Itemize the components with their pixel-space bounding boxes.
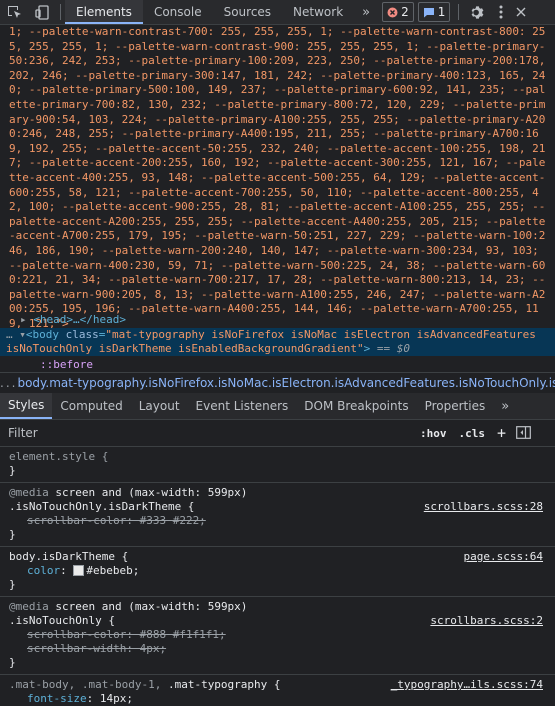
selected-node-marker: == $0 [376,342,410,355]
before-pseudo-node[interactable]: ::before [0,358,555,372]
media-keyword: @media [9,600,49,613]
tab-sources[interactable]: Sources [213,0,282,24]
media-query: screen and (max-width: 599px) [55,486,248,499]
tab-layout[interactable]: Layout [131,393,188,419]
close-devtools-icon[interactable] [511,0,531,24]
tab-dom-breakpoints[interactable]: DOM Breakpoints [296,393,416,419]
expand-arrow-icon[interactable]: ▸ [20,313,27,326]
error-icon [387,7,398,17]
toolbar-divider [60,4,61,20]
rule-close-brace: } [9,528,16,541]
style-rule-body-dark[interactable]: body.isDarkTheme { page.scss:64 color: #… [0,547,555,597]
style-rule-typography[interactable]: .mat-body, .mat-body-1, .mat-typography … [0,675,555,706]
collapse-arrow-icon[interactable]: ▾ [19,328,26,341]
more-options-icon[interactable] [491,0,511,24]
tab-computed[interactable]: Computed [52,393,130,419]
rule-selector: .mat-typography { [167,678,281,691]
body-class-attr-name: class [65,328,99,341]
media-query: screen and (max-width: 599px) [55,600,248,613]
errors-badge[interactable]: 2 [382,2,414,22]
styles-filter-bar: :hov .cls + [0,420,555,447]
rule-source-link[interactable]: _typography…ils.scss:74 [391,678,543,692]
rule-selector-inactive: .mat-body, .mat-body-1, [9,678,168,691]
message-icon [423,7,434,17]
style-rule-element[interactable]: element.style { } [0,447,555,483]
toolbar-divider [458,4,460,20]
rule-property-overridden[interactable]: scrollbar-color: #333 #222; [9,514,546,528]
rule-source-link[interactable]: page.scss:64 [464,550,543,564]
toggle-sidebar-icon[interactable] [512,424,531,443]
media-keyword: @media [9,486,49,499]
messages-badge[interactable]: 1 [417,2,451,22]
property-name[interactable]: color [27,564,60,577]
breadcrumb-item-body[interactable]: body.mat-typography.isNoFirefox.isNoMac.… [17,376,555,390]
rule-property-overridden[interactable]: scrollbar-width: 4px; [9,642,546,656]
property-value[interactable]: 14px; [100,692,133,705]
body-tag-name: body [32,328,60,341]
html-source-text[interactable]: 1; --palette-warn-contrast-700: 255, 255… [0,25,555,355]
before-pseudo-text: ::before [40,358,93,371]
style-rule-notouch[interactable]: @media screen and (max-width: 599px) .is… [0,597,555,675]
head-node-text: <head>…</head> [33,313,126,326]
breadcrumb: ... body.mat-typography.isNoFirefox.isNo… [0,372,555,394]
css-variables-text: 1; --palette-warn-contrast-700: 255, 255… [9,25,546,330]
rule-close-brace: } [9,656,16,669]
rule-selector: element.style { [9,450,109,463]
rule-close-brace: } [9,464,16,477]
tab-styles[interactable]: Styles [0,393,53,419]
tab-elements[interactable]: Elements [65,0,143,24]
rule-close-brace: } [9,578,16,591]
style-rule-notouch-dark[interactable]: @media screen and (max-width: 599px) .is… [0,483,555,547]
rule-property-overridden[interactable]: scrollbar-color: #888 #f1f1f1; [9,628,546,642]
rule-source-link[interactable]: scrollbars.scss:2 [430,614,543,628]
color-swatch[interactable] [73,564,85,576]
more-sidebar-tabs-button[interactable]: » [493,399,517,414]
errors-count: 2 [401,5,409,19]
tab-network[interactable]: Network [282,0,354,24]
style-rules-list: element.style { } @media screen and (max… [0,447,555,706]
styles-filter-input[interactable] [4,423,414,443]
property-name[interactable]: font-size [27,692,87,705]
device-toolbar-icon[interactable] [28,0,56,24]
tab-properties[interactable]: Properties [417,393,494,419]
hover-state-button[interactable]: :hov [414,427,453,440]
property-value[interactable]: #ebebeb; [86,564,139,577]
sidebar-tabs: Styles Computed Layout Event Listeners D… [0,393,555,420]
messages-count: 1 [437,5,446,19]
inspect-element-icon[interactable] [0,0,28,24]
head-node[interactable]: ▸ <head>…</head> [0,313,555,327]
tab-console[interactable]: Console [143,0,213,24]
settings-gear-icon[interactable] [463,0,491,24]
breadcrumb-overflow[interactable]: ... [0,376,17,390]
class-toggle-button[interactable]: .cls [453,427,492,440]
row-dots: … [6,328,13,341]
devtools-toolbar: Elements Console Sources Network » 2 1 [0,0,555,25]
tab-event-listeners[interactable]: Event Listeners [188,393,297,419]
new-style-rule-button[interactable]: + [491,424,512,442]
rule-source-link[interactable]: scrollbars.scss:28 [424,500,543,514]
more-tabs-button[interactable]: » [354,5,378,20]
body-node[interactable]: … ▾<body class="mat-typography isNoFiref… [0,328,555,356]
